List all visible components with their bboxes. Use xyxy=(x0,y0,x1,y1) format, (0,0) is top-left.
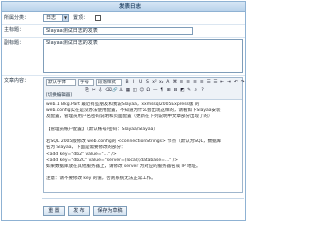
toolbar-button-icon[interactable]: B xyxy=(124,79,130,85)
editor-content-area[interactable]: web.1 Bkg.Part 最近有些朋友和我说Slayaa，xxmssql20… xyxy=(46,102,241,192)
toolbar-button-icon[interactable]: ✂ xyxy=(91,87,97,93)
category-select-value: 日志 xyxy=(46,15,57,21)
toolbar-button-icon[interactable]: x₂ xyxy=(158,79,164,85)
toolbar-button-icon[interactable]: ? xyxy=(200,87,206,93)
switch-editor-link[interactable]: [切换编辑器] xyxy=(46,93,72,99)
title-input[interactable]: Slayaa测试日志的发表 xyxy=(43,27,193,35)
title-label: 主标题： xyxy=(4,27,25,33)
toolbar-button-icon[interactable]: ¶ xyxy=(159,87,165,93)
toolbar-button-icon[interactable]: ≡ xyxy=(199,79,205,85)
toolbar-button-icon[interactable]: ☰ xyxy=(212,79,218,85)
top-label: 置顶： xyxy=(73,15,89,21)
publish-button[interactable]: 发 布 xyxy=(68,206,90,216)
toolbar-button-icon[interactable]: ≡ xyxy=(192,79,198,85)
row-divider xyxy=(2,37,245,38)
toolbar-button-icon[interactable]: ⎘ xyxy=(84,87,90,93)
toolbar-button-icon[interactable]: ⊞ xyxy=(166,87,172,93)
page-title: 发表日志 xyxy=(118,4,141,10)
toolbar-button-icon[interactable]: A xyxy=(165,79,171,85)
toolbar-button-icon[interactable]: ▦ xyxy=(125,87,131,93)
toolbar-button-icon[interactable]: ≡ xyxy=(178,79,184,85)
toolbar-button-icon[interactable]: I xyxy=(131,79,137,85)
toolbar-button-icon[interactable]: ☰ xyxy=(206,79,212,85)
toolbar-button-icon[interactable]: x² xyxy=(151,79,157,85)
content-line: 注意：请不要修改 key 的值，否则系统无法正常工作。 xyxy=(46,176,156,182)
toolbar-button-icon[interactable]: 🔗 xyxy=(111,87,118,93)
font-size-select[interactable]: 字号 xyxy=(78,79,94,86)
reset-button[interactable]: 重 置 xyxy=(43,206,65,216)
post-editor-window: 发表日志 所属分类： 日志 ▼ 置顶： 主标题： Slayaa测试日志的发表 副… xyxy=(1,1,246,221)
toolbar-button-icon[interactable]: ◫ xyxy=(132,87,138,93)
toolbar-button-icon[interactable]: ◩ xyxy=(179,87,185,93)
category-label: 所属分类： xyxy=(4,15,30,21)
editor-toolbar: 默认字体 字号 段落样式 B I U Sx² x₂ A ⌘ ≡ ≡ ≡ ≡ ☰ ☰ ⇤ ⇥ ↶ ↷ ⎘ ✂ ⎀ ⌫ 🔗 ⚓… xyxy=(44,78,244,100)
row-divider xyxy=(2,75,245,76)
save-draft-button[interactable]: 保存为草稿 xyxy=(93,206,127,216)
subtitle-label: 副标题： xyxy=(4,40,25,46)
row-divider xyxy=(2,24,245,25)
toolbar-button-icon[interactable]: ✎ xyxy=(186,87,192,93)
toolbar-button-icon[interactable]: ⇥ xyxy=(226,79,232,85)
chevron-down-icon: ▼ xyxy=(62,15,68,21)
toolbar-button-icon[interactable]: ↷ xyxy=(240,79,246,85)
toolbar-button-icon[interactable]: ⌘ xyxy=(172,79,178,85)
toolbar-button-icon[interactable]: — xyxy=(152,87,158,93)
editor-bottom-divider xyxy=(42,198,244,199)
subtitle-text: Slayaa测试日志的发表 xyxy=(46,40,98,46)
top-checkbox[interactable] xyxy=(95,15,101,21)
content-line: 及配置，管理员用户名密码说明和页面配置（更新在下列说明中文章部分出现了的） xyxy=(46,114,213,120)
toolbar-button-icon[interactable]: ⇤ xyxy=(219,79,225,85)
toolbar-button-icon[interactable]: ↶ xyxy=(233,79,239,85)
toolbar-button-icon[interactable]: ⌕ xyxy=(193,87,199,93)
font-family-select[interactable]: 默认字体 xyxy=(46,79,76,86)
toolbar-button-icon[interactable]: ⊟ xyxy=(172,87,178,93)
toolbar-button-icon[interactable]: Ω xyxy=(145,87,151,93)
toolbar-button-icon[interactable]: ⎀ xyxy=(98,87,104,93)
toolbar-button-icon[interactable]: U xyxy=(138,79,144,85)
rich-text-editor[interactable]: 默认字体 字号 段落样式 B I U Sx² x₂ A ⌘ ≡ ≡ ≡ ≡ ☰ ☰ ⇤ ⇥ ↶ ↷ ⎘ ✂ ⎀ ⌫ 🔗 ⚓… xyxy=(43,77,244,193)
toolbar-button-icon[interactable]: ≡ xyxy=(185,79,191,85)
category-select[interactable]: 日志 ▼ xyxy=(43,14,69,22)
toolbar-button-icon[interactable]: ⚓ xyxy=(118,87,124,93)
content-label: 文章内容： xyxy=(4,78,30,84)
paragraph-format-select[interactable]: 段落样式 xyxy=(96,79,122,86)
subtitle-textarea[interactable]: Slayaa测试日志的发表 xyxy=(43,39,243,73)
toolbar-button-icon[interactable]: ☺ xyxy=(138,87,144,93)
header-bar: 发表日志 xyxy=(2,2,245,12)
toolbar-button-icon[interactable]: S xyxy=(144,79,150,85)
toolbar-button-icon[interactable]: ⌫ xyxy=(104,87,111,93)
